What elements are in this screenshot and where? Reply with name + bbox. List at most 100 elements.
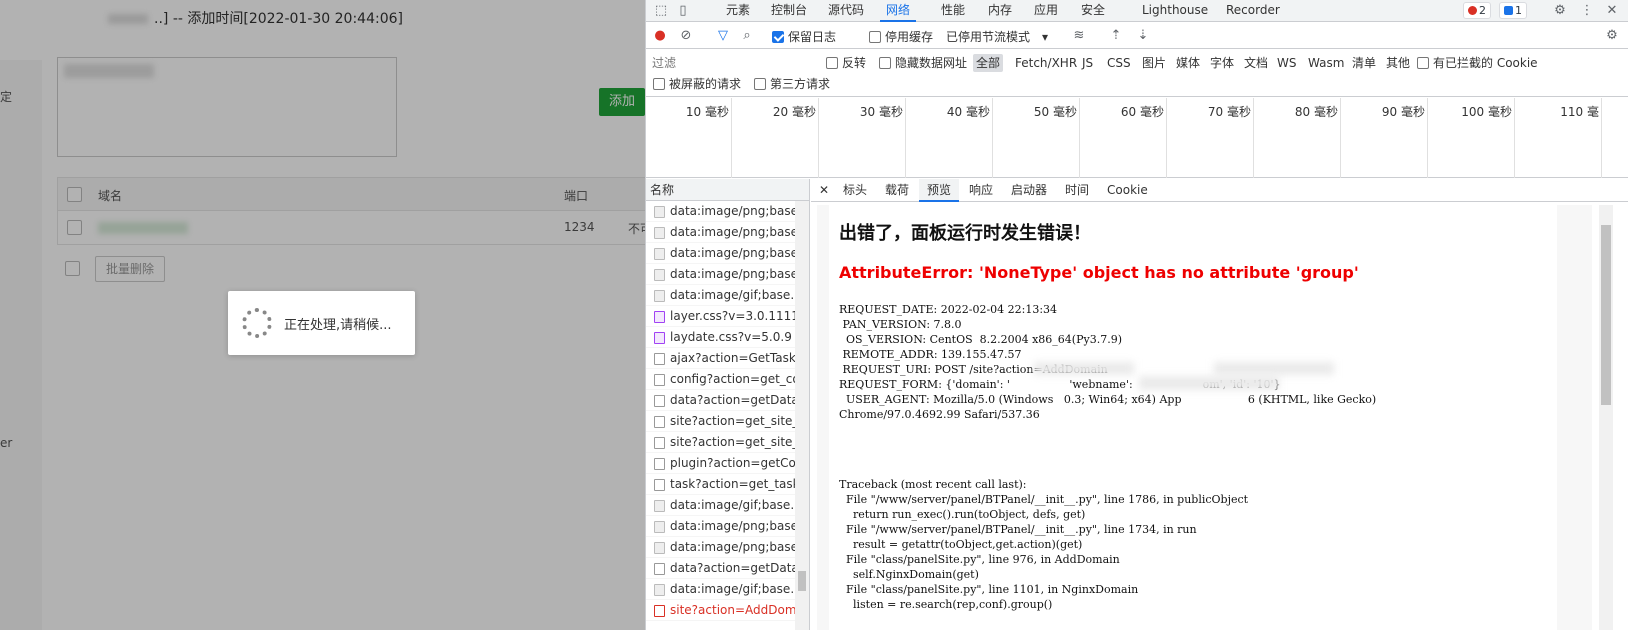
- request-row[interactable]: site?action=AddDomain: [646, 600, 809, 621]
- request-row[interactable]: data:image/png;base...: [646, 243, 809, 264]
- request-row[interactable]: data?action=getData: [646, 558, 809, 579]
- scrollbar-thumb[interactable]: [798, 571, 806, 591]
- filter-type-css[interactable]: CSS: [1104, 54, 1134, 72]
- filter-type-ws[interactable]: WS: [1274, 54, 1299, 72]
- document-icon: [654, 374, 665, 386]
- third-party-toggle[interactable]: 第三方请求: [751, 75, 833, 93]
- throttle-select[interactable]: 已停用节流模式 ▾: [946, 28, 1048, 45]
- tab-initiator[interactable]: 启动器: [1003, 179, 1055, 202]
- preview-document: 出错了，面板运行时发生错误！ AttributeError: 'NoneType…: [829, 205, 1557, 630]
- blocked-cookies-toggle[interactable]: 有已拦截的 Cookie: [1414, 54, 1541, 72]
- error-icon: [1468, 6, 1477, 15]
- scrollbar-thumb[interactable]: [1601, 225, 1611, 405]
- request-row[interactable]: data:image/png;base...: [646, 264, 809, 285]
- request-row[interactable]: data:image/png;base...: [646, 516, 809, 537]
- settings-gear-icon[interactable]: ⚙: [1551, 2, 1569, 20]
- timeline-tick-label: 10 毫秒: [685, 105, 729, 119]
- filter-type-all[interactable]: 全部: [973, 54, 1004, 72]
- request-row[interactable]: data:image/gif;base...: [646, 579, 809, 600]
- request-info: REQUEST_DATE: 2022-02-04 22:13:34 PAN_VE…: [839, 303, 1377, 421]
- tab-headers[interactable]: 标头: [835, 179, 875, 202]
- clear-icon[interactable]: ⊘: [677, 27, 695, 45]
- tab-sources[interactable]: 源代码: [822, 0, 870, 22]
- inspect-icon[interactable]: ⬚: [652, 2, 670, 20]
- request-row[interactable]: data:image/png;base...: [646, 201, 809, 222]
- request-row[interactable]: ajax?action=GetTaskCou: [646, 348, 809, 369]
- record-icon[interactable]: ●: [651, 27, 669, 45]
- error-count-badge[interactable]: 2: [1463, 2, 1491, 19]
- request-name: config?action=get_conf: [670, 372, 809, 386]
- filter-input[interactable]: 过滤: [652, 54, 812, 72]
- tab-timing[interactable]: 时间: [1057, 179, 1097, 202]
- redaction-mask: [1139, 376, 1279, 390]
- filter-type-font[interactable]: 字体: [1207, 54, 1237, 72]
- request-name: data:image/gif;base...: [670, 498, 802, 512]
- document-icon: [654, 605, 665, 617]
- request-row[interactable]: layer.css?v=3.0.11110: [646, 306, 809, 327]
- tab-recorder[interactable]: Recorder: [1220, 0, 1286, 22]
- request-row[interactable]: site?action=get_site_typ: [646, 411, 809, 432]
- devtools-tabbar: ⬚ ▯ 元素 控制台 源代码 网络 性能 内存 应用 安全 Lighthouse…: [646, 0, 1628, 22]
- network-settings-icon[interactable]: ⚙: [1603, 27, 1621, 45]
- filter-type-img[interactable]: 图片: [1139, 54, 1169, 72]
- network-conditions-icon[interactable]: ≋: [1070, 27, 1088, 45]
- filter-type-doc[interactable]: 文档: [1241, 54, 1271, 72]
- request-row[interactable]: data:image/png;base...: [646, 537, 809, 558]
- close-detail-icon[interactable]: ✕: [811, 179, 837, 202]
- request-row[interactable]: config?action=get_conf: [646, 369, 809, 390]
- more-options-icon[interactable]: ⋮: [1578, 2, 1596, 20]
- close-icon[interactable]: ✕: [1603, 2, 1621, 20]
- tab-response[interactable]: 响应: [961, 179, 1001, 202]
- timeline-tick-label: 100 毫秒: [1461, 105, 1512, 119]
- filter-type-fetch-xhr[interactable]: Fetch/XHR: [1012, 54, 1080, 72]
- request-row[interactable]: site?action=get_site_typ: [646, 432, 809, 453]
- disable-cache-toggle[interactable]: 停用缓存: [869, 28, 933, 45]
- detail-tabbar: ✕ 标头 载荷 预览 响应 启动器 时间 Cookie: [811, 179, 1628, 202]
- tab-network[interactable]: 网络: [880, 0, 917, 22]
- checkbox-icon: [869, 31, 881, 43]
- request-name: data:image/png;base...: [670, 267, 809, 281]
- blocked-requests-toggle[interactable]: 被屏蔽的请求: [650, 75, 744, 93]
- preview-scrollbar[interactable]: [1599, 205, 1613, 630]
- import-har-icon[interactable]: ⇡: [1107, 27, 1125, 45]
- name-column-header[interactable]: 名称: [646, 179, 809, 201]
- filter-type-manifest[interactable]: 清单: [1349, 54, 1379, 72]
- invert-toggle[interactable]: 反转: [823, 54, 869, 72]
- request-row[interactable]: data?action=getData: [646, 390, 809, 411]
- tab-preview[interactable]: 预览: [919, 179, 960, 202]
- tab-console[interactable]: 控制台: [765, 0, 813, 22]
- search-icon[interactable]: ⌕: [738, 27, 756, 45]
- filter-type-wasm[interactable]: Wasm: [1305, 54, 1347, 72]
- image-file-icon: [654, 500, 665, 512]
- tab-lighthouse[interactable]: Lighthouse: [1136, 0, 1214, 22]
- request-row[interactable]: laydate.css?v=5.0.9: [646, 327, 809, 348]
- hide-data-urls-toggle[interactable]: 隐藏数据网址: [876, 54, 970, 72]
- tab-cookies[interactable]: Cookie: [1099, 179, 1156, 202]
- request-row[interactable]: data:image/gif;base...: [646, 285, 809, 306]
- timeline-tick: 20 毫秒: [773, 98, 819, 178]
- request-row[interactable]: task?action=get_task_lis: [646, 474, 809, 495]
- message-count-badge[interactable]: 1: [1499, 2, 1527, 19]
- tab-security[interactable]: 安全: [1075, 0, 1111, 22]
- preserve-log-toggle[interactable]: 保留日志: [772, 28, 836, 45]
- request-row[interactable]: data:image/png;base...: [646, 222, 809, 243]
- tab-memory[interactable]: 内存: [982, 0, 1018, 22]
- timeline-tick-label: 90 毫秒: [1381, 105, 1425, 119]
- list-scrollbar[interactable]: [795, 201, 809, 630]
- request-row[interactable]: plugin?action=getConfi: [646, 453, 809, 474]
- device-toolbar-icon[interactable]: ▯: [674, 2, 692, 20]
- filter-type-media[interactable]: 媒体: [1173, 54, 1203, 72]
- export-har-icon[interactable]: ⇣: [1134, 27, 1152, 45]
- timeline-tick: 40 毫秒: [947, 98, 993, 178]
- filter-icon[interactable]: ▽: [714, 27, 732, 45]
- message-icon: [1504, 6, 1513, 15]
- tab-application[interactable]: 应用: [1028, 0, 1064, 22]
- timeline-overview[interactable]: 10 毫秒 20 毫秒 30 毫秒 40 毫秒 50 毫秒 60 毫秒 70 毫秒 80 毫秒…: [646, 98, 1628, 178]
- tab-payload[interactable]: 载荷: [877, 179, 917, 202]
- document-icon: [654, 458, 665, 470]
- request-row[interactable]: data:image/gif;base...: [646, 495, 809, 516]
- filter-type-js[interactable]: JS: [1079, 54, 1096, 72]
- filter-type-other[interactable]: 其他: [1383, 54, 1413, 72]
- tab-performance[interactable]: 性能: [935, 0, 971, 22]
- tab-elements[interactable]: 元素: [720, 0, 756, 22]
